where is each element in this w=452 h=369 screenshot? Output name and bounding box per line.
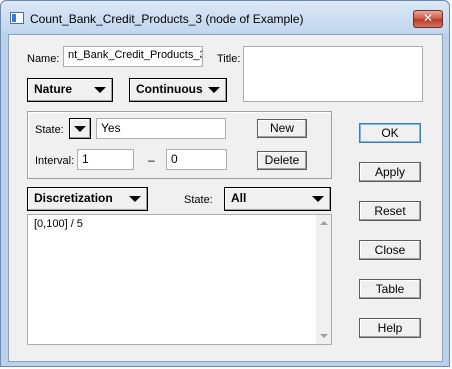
scroll-down-icon[interactable] (320, 334, 328, 338)
name-field[interactable]: nt_Bank_Credit_Products_3 (63, 46, 203, 67)
interval-label: Interval: (35, 155, 75, 167)
discretization-state-value: All (231, 191, 247, 205)
window-title: Count_Bank_Credit_Products_3 (node of Ex… (30, 12, 304, 26)
dialog-window: Count_Bank_Credit_Products_3 (node of Ex… (0, 0, 450, 367)
window-app-icon (10, 12, 24, 24)
interval-high-field[interactable]: 0 (166, 149, 227, 170)
vertical-scrollbar[interactable] (316, 215, 331, 344)
discretization-state-select[interactable]: All (224, 187, 331, 211)
chevron-down-icon (129, 196, 141, 202)
interval-separator: – (148, 153, 155, 167)
state-value-field[interactable]: Yes (96, 118, 226, 139)
type-dropdown[interactable]: Continuous (129, 78, 227, 102)
name-label: Name: (27, 53, 60, 65)
scroll-up-icon[interactable] (320, 221, 328, 225)
help-button[interactable]: Help (359, 318, 421, 338)
nature-dropdown-label: Nature (34, 82, 73, 96)
discretization-state-label: State: (184, 194, 213, 206)
chevron-down-icon (94, 87, 106, 93)
type-dropdown-label: Continuous (136, 82, 203, 96)
chevron-down-icon (312, 196, 324, 202)
interval-low-field[interactable]: 1 (77, 149, 134, 170)
new-state-button[interactable]: New (257, 119, 307, 138)
reset-button[interactable]: Reset (359, 201, 421, 221)
discretization-text: [0,100] / 5 (34, 218, 83, 230)
discretization-dropdown[interactable]: Discretization (27, 187, 148, 211)
chevron-down-icon (74, 126, 86, 132)
nature-dropdown[interactable]: Nature (27, 78, 113, 102)
discretization-dropdown-label: Discretization (34, 191, 113, 205)
state-dropdown[interactable] (69, 118, 91, 139)
close-button[interactable]: Close (359, 240, 421, 260)
dialog-body: Name: nt_Bank_Credit_Products_3 Title: N… (8, 34, 443, 362)
title-field[interactable] (243, 46, 423, 102)
ok-button[interactable]: OK (359, 123, 421, 143)
discretization-text-area[interactable]: [0,100] / 5 (27, 214, 332, 345)
delete-state-button[interactable]: Delete (257, 151, 307, 170)
table-button[interactable]: Table (359, 279, 421, 299)
apply-button[interactable]: Apply (359, 162, 421, 182)
state-label: State: (35, 124, 64, 136)
chevron-down-icon (208, 87, 220, 93)
close-icon[interactable]: ✕ (413, 10, 443, 28)
state-group: State: Yes New Interval: 1 – 0 Delete (27, 111, 332, 179)
title-bar[interactable]: Count_Bank_Credit_Products_3 (node of Ex… (1, 1, 449, 33)
title-label: Title: (217, 53, 241, 65)
